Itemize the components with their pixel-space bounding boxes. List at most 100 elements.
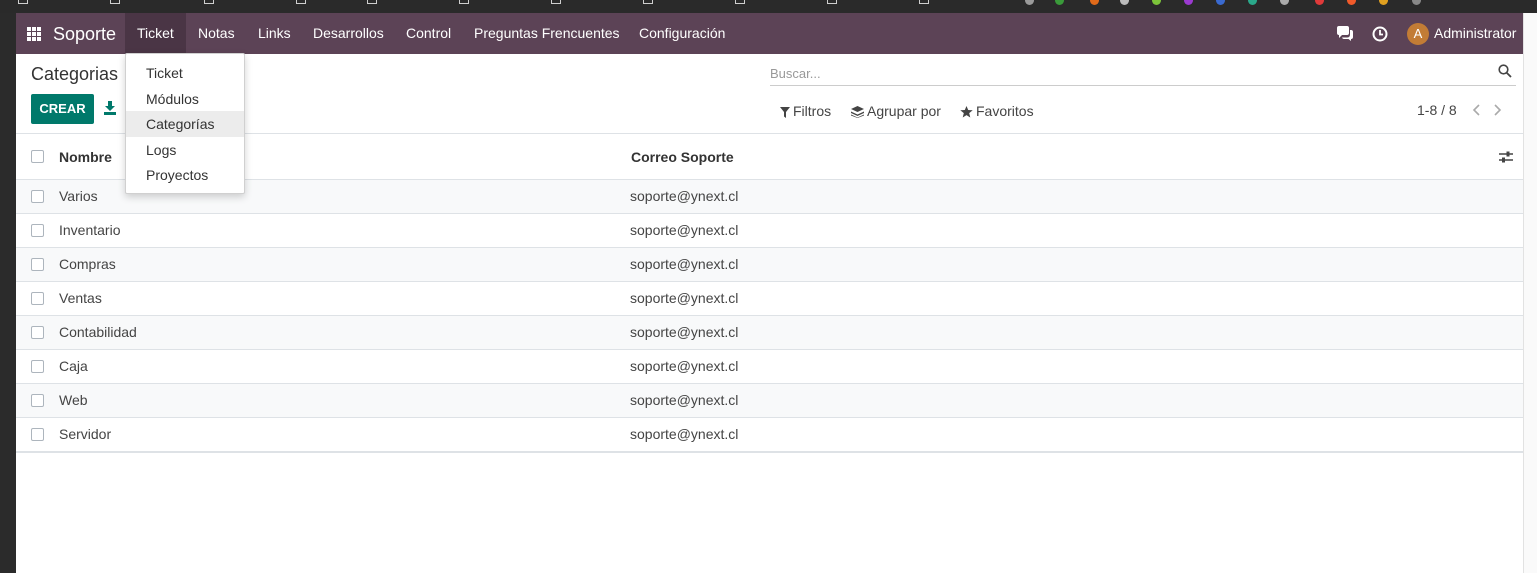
cell-correo: soporte@ynext.cl: [630, 290, 739, 306]
cell-correo: soporte@ynext.cl: [630, 256, 739, 272]
extension-icon[interactable]: [1090, 0, 1099, 5]
create-button[interactable]: CREAR: [31, 94, 94, 124]
cell-nombre: Varios: [59, 188, 98, 204]
extension-icon[interactable]: [1184, 0, 1193, 5]
menu-control[interactable]: Control: [394, 13, 463, 54]
table-bottom-border: [16, 451, 1523, 453]
column-header-nombre[interactable]: Nombre: [59, 149, 112, 165]
group-by-label: Agrupar por: [867, 103, 941, 119]
dropdown-item-proyectos[interactable]: Proyectos: [126, 162, 244, 188]
row-checkbox[interactable]: [31, 224, 44, 237]
table-row[interactable]: Ventas soporte@ynext.cl: [16, 282, 1523, 316]
menu-preguntas-frecuentes[interactable]: Preguntas Frencuentes: [462, 13, 632, 54]
favorites-label: Favoritos: [976, 103, 1034, 119]
app-brand[interactable]: Soporte: [53, 24, 116, 45]
favorites-button[interactable]: Favoritos: [960, 102, 1034, 120]
dropdown-item-logs[interactable]: Logs: [126, 137, 244, 163]
row-checkbox[interactable]: [31, 428, 44, 441]
search-bar: [770, 59, 1516, 86]
cell-correo: soporte@ynext.cl: [630, 324, 739, 340]
row-checkbox[interactable]: [31, 258, 44, 271]
cell-correo: soporte@ynext.cl: [630, 358, 739, 374]
menu-ticket[interactable]: Ticket: [125, 13, 186, 54]
clock-icon[interactable]: [1372, 26, 1388, 42]
menu-notas[interactable]: Notas: [186, 13, 247, 54]
extension-icon[interactable]: [1280, 0, 1289, 5]
search-icon[interactable]: [1498, 64, 1512, 78]
bookmark-icon[interactable]: [110, 0, 120, 4]
table-row[interactable]: Caja soporte@ynext.cl: [16, 350, 1523, 384]
bookmark-icon[interactable]: [18, 0, 28, 4]
row-checkbox[interactable]: [31, 360, 44, 373]
table-row[interactable]: Inventario soporte@ynext.cl: [16, 214, 1523, 248]
main-navbar: Soporte Ticket Notas Links Desarrollos C…: [16, 13, 1523, 54]
row-checkbox[interactable]: [31, 292, 44, 305]
extension-icon[interactable]: [1412, 0, 1421, 5]
apps-grid-icon[interactable]: [27, 27, 41, 41]
row-checkbox[interactable]: [31, 190, 44, 203]
browser-bookmark-strip: [0, 0, 1537, 13]
odoo-app: Soporte Ticket Notas Links Desarrollos C…: [16, 13, 1523, 573]
bookmark-icon[interactable]: [919, 0, 929, 4]
row-checkbox[interactable]: [31, 394, 44, 407]
table-row[interactable]: Compras soporte@ynext.cl: [16, 248, 1523, 282]
extension-icon[interactable]: [1379, 0, 1388, 5]
star-icon: [960, 106, 973, 118]
extension-icon[interactable]: [1248, 0, 1257, 5]
optional-columns-icon[interactable]: [1499, 150, 1513, 164]
filters-button[interactable]: Filtros: [780, 102, 831, 120]
extension-icon[interactable]: [1347, 0, 1356, 5]
filter-icon: [780, 107, 790, 118]
bookmark-icon[interactable]: [735, 0, 745, 4]
dropdown-item-ticket[interactable]: Ticket: [126, 60, 244, 86]
menu-configuracion[interactable]: Configuración: [627, 13, 737, 54]
table-row[interactable]: Web soporte@ynext.cl: [16, 384, 1523, 418]
ticket-dropdown-menu: Ticket Módulos Categorías Logs Proyectos: [125, 53, 245, 194]
page-title: Categorias: [31, 64, 119, 84]
menu-links[interactable]: Links: [246, 13, 303, 54]
select-all-checkbox[interactable]: [31, 150, 44, 163]
extension-icon[interactable]: [1315, 0, 1324, 5]
bookmark-icon[interactable]: [296, 0, 306, 4]
chevron-left-icon[interactable]: [1471, 102, 1483, 118]
extension-icon[interactable]: [1120, 0, 1129, 5]
cell-nombre: Ventas: [59, 290, 102, 306]
bookmark-icon[interactable]: [827, 0, 837, 4]
dropdown-item-categorias[interactable]: Categorías: [126, 111, 244, 137]
bookmark-icon[interactable]: [367, 0, 377, 4]
row-checkbox[interactable]: [31, 326, 44, 339]
cell-nombre: Web: [59, 392, 88, 408]
search-input[interactable]: [770, 63, 1480, 83]
chevron-right-icon[interactable]: [1491, 102, 1503, 118]
bookmark-icon[interactable]: [643, 0, 653, 4]
extension-icon[interactable]: [1055, 0, 1064, 5]
layers-icon: [851, 106, 864, 118]
column-header-correo-soporte[interactable]: Correo Soporte: [631, 149, 734, 165]
cell-nombre: Caja: [59, 358, 88, 374]
cell-correo: soporte@ynext.cl: [630, 222, 739, 238]
bookmark-icon[interactable]: [459, 0, 469, 4]
cell-nombre: Compras: [59, 256, 116, 272]
adjacent-window-edge: [1523, 13, 1537, 573]
extension-icon[interactable]: [1025, 0, 1034, 5]
table-row[interactable]: Contabilidad soporte@ynext.cl: [16, 316, 1523, 350]
chat-icon[interactable]: [1336, 26, 1354, 42]
cell-nombre: Inventario: [59, 222, 121, 238]
group-by-button[interactable]: Agrupar por: [851, 102, 941, 120]
cell-nombre: Servidor: [59, 426, 112, 442]
extension-icon[interactable]: [1216, 0, 1225, 5]
bookmark-icon[interactable]: [551, 0, 561, 4]
dropdown-item-modulos[interactable]: Módulos: [126, 86, 244, 112]
cell-correo: soporte@ynext.cl: [630, 426, 739, 442]
extension-icon[interactable]: [1152, 0, 1161, 5]
download-icon[interactable]: [103, 101, 117, 115]
menu-desarrollos[interactable]: Desarrollos: [301, 13, 396, 54]
table-row[interactable]: Servidor soporte@ynext.cl: [16, 418, 1523, 452]
filters-label: Filtros: [793, 103, 832, 119]
user-name[interactable]: Administrator: [1434, 13, 1516, 54]
cell-nombre: Contabilidad: [59, 324, 137, 340]
bookmark-icon[interactable]: [204, 0, 214, 4]
pager-value[interactable]: 1-8 / 8: [1417, 102, 1457, 118]
cell-correo: soporte@ynext.cl: [630, 392, 739, 408]
user-avatar[interactable]: A: [1407, 23, 1429, 45]
